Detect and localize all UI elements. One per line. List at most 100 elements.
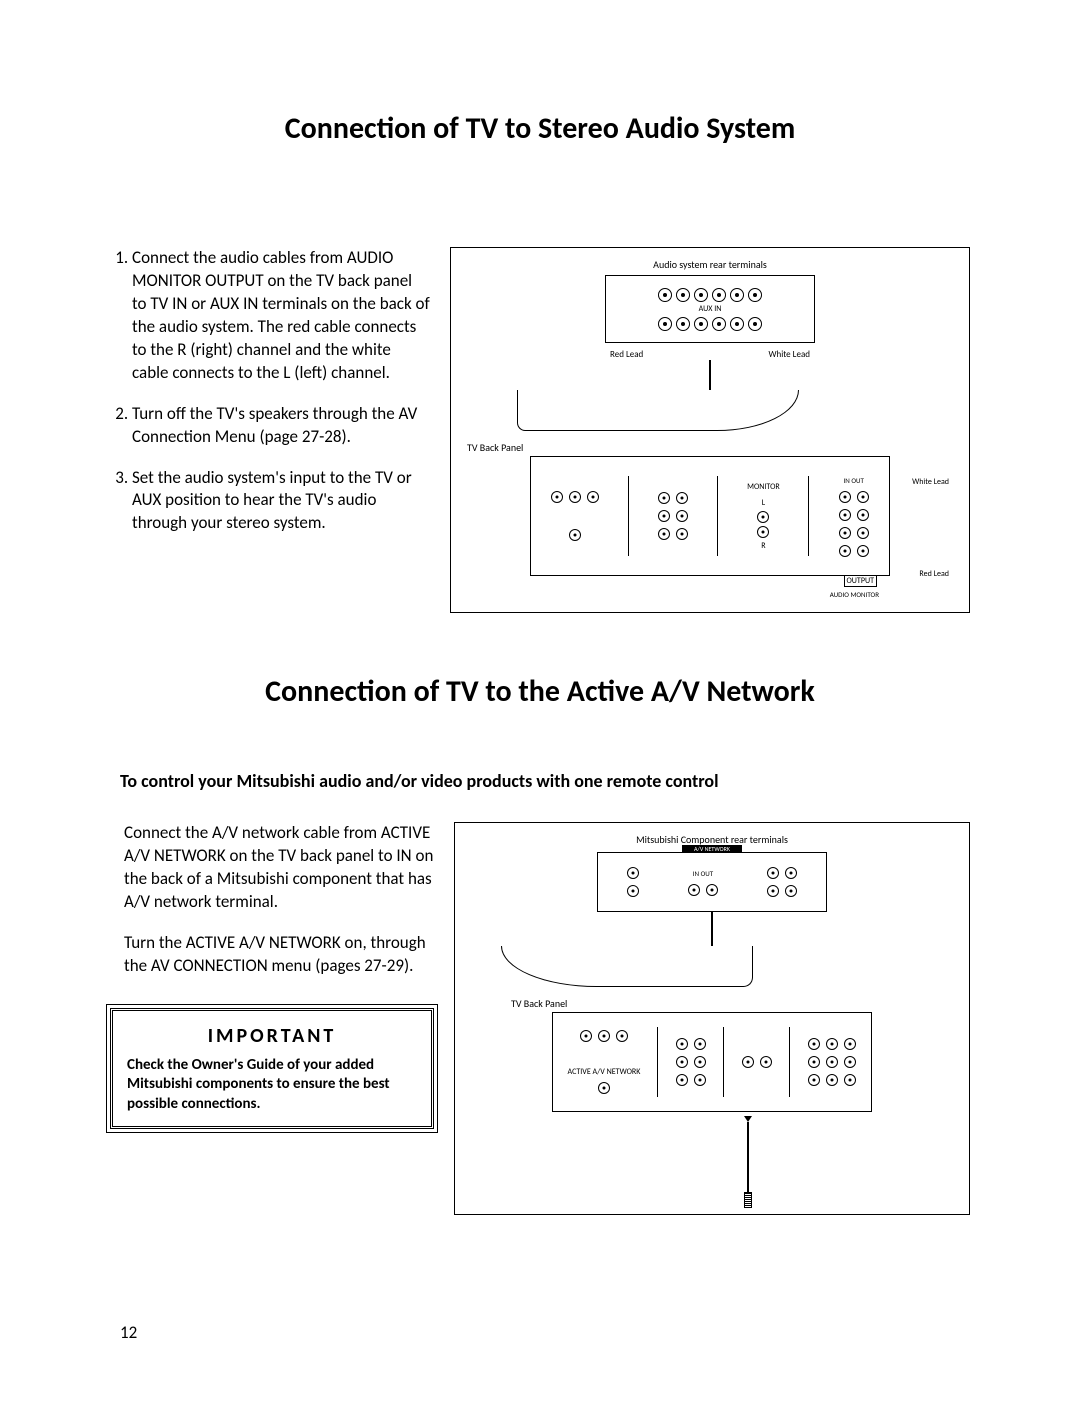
jack-icon: [730, 288, 744, 302]
important-title: IMPORTANT: [127, 1023, 417, 1050]
output-label: OUTPUT: [844, 575, 878, 587]
tv-back-panel-2: ACTIVE A/V NETWORK: [552, 1012, 872, 1112]
jack-icon: [598, 1030, 610, 1042]
cable-icon: [747, 1122, 749, 1192]
divider-icon: [628, 476, 630, 556]
jack-icon: [676, 1074, 688, 1086]
section-active-av: Connect the A/V network cable from ACTIV…: [110, 822, 970, 1215]
red-lead-label: Red Lead: [610, 349, 643, 360]
divider-icon: [657, 1027, 659, 1097]
jack-icon: [839, 509, 851, 521]
jack-icon: [826, 1038, 838, 1050]
manual-page: Connection of TV to Stereo Audio System …: [0, 0, 1080, 1403]
jack-icon: [676, 288, 690, 302]
section-stereo-audio: Connect the audio cables from AUDIO MONI…: [110, 247, 970, 613]
jack-icon: [694, 288, 708, 302]
jack-icon: [676, 1038, 688, 1050]
l-label: L: [762, 498, 765, 508]
jack-icon: [676, 317, 690, 331]
jack-icon: [706, 884, 718, 896]
diagram-box-2: Mitsubishi Component rear terminals A/V …: [454, 822, 970, 1215]
jack-icon: [757, 511, 769, 523]
r-label: R: [761, 541, 765, 551]
jack-icon: [839, 491, 851, 503]
monitor-label: MONITOR: [747, 482, 780, 492]
jack-icon: [658, 528, 670, 540]
mitsubishi-rear-panel: A/V NETWORK IN OUT: [597, 852, 827, 912]
divider-icon: [723, 1027, 725, 1097]
para-connect-av: Connect the A/V network cable from ACTIV…: [110, 822, 434, 914]
jack-icon: [757, 526, 769, 538]
jack-icon: [658, 317, 672, 331]
para-turn-on-av: Turn the ACTIVE A/V NETWORK on, through …: [110, 932, 434, 978]
jack-icon: [839, 545, 851, 557]
cable-curve-icon: [501, 946, 753, 987]
cable-icon: [709, 360, 711, 390]
jack-icon: [808, 1056, 820, 1068]
av-network-bar: A/V NETWORK: [682, 845, 742, 853]
diagram-box-1: Audio system rear terminals AUX IN: [450, 247, 970, 613]
jack-icon: [676, 528, 688, 540]
jack-icon: [658, 510, 670, 522]
jack-icon: [844, 1056, 856, 1068]
plug-icon: [744, 1192, 752, 1208]
jack-icon: [826, 1074, 838, 1086]
step-2: Turn off the TV's speakers through the A…: [132, 403, 430, 449]
jack-icon: [712, 317, 726, 331]
jack-icon: [857, 545, 869, 557]
active-av-jack: [598, 1082, 610, 1094]
jack-icon: [712, 288, 726, 302]
jack-icon: [676, 492, 688, 504]
jack-icon: [676, 510, 688, 522]
jack-icon: [767, 885, 779, 897]
jack-icon: [826, 1056, 838, 1068]
jack-icon: [808, 1074, 820, 1086]
audio-system-label: Audio system rear terminals: [457, 258, 963, 271]
step-3: Set the audio system's input to the TV o…: [132, 467, 430, 536]
jack-icon: [616, 1030, 628, 1042]
divider-icon: [789, 1027, 791, 1097]
jack-icon: [857, 491, 869, 503]
jack-icon: [742, 1056, 754, 1068]
intro-bold-line: To control your Mitsubishi audio and/or …: [120, 770, 970, 792]
tv-back-panel-label-2: TV Back Panel: [511, 997, 963, 1010]
tv-back-panel-label: TV Back Panel: [467, 441, 963, 454]
figure-active-av: Mitsubishi Component rear terminals A/V …: [454, 822, 970, 1215]
jack-icon: [688, 884, 700, 896]
important-callout: IMPORTANT Check the Owner's Guide of you…: [110, 1008, 434, 1130]
heading-active-av-network: Connection of TV to the Active A/V Netwo…: [110, 673, 970, 710]
jack-icon: [694, 1074, 706, 1086]
red-lead-side-label: Red Lead: [919, 569, 949, 579]
jack-icon: [839, 527, 851, 539]
white-lead-label: White Lead: [768, 349, 810, 360]
jack-icon: [694, 1038, 706, 1050]
jack-icon: [730, 317, 744, 331]
jack-icon: [676, 1056, 688, 1068]
jack-icon: [785, 885, 797, 897]
jack-icon: [844, 1038, 856, 1050]
page-number: 12: [120, 1322, 137, 1343]
audio-rear-panel: AUX IN: [605, 275, 815, 343]
aux-in-label: AUX IN: [699, 304, 722, 314]
divider-icon: [808, 476, 810, 556]
tv-back-panel: MONITOR L R IN OUT: [530, 456, 890, 576]
jack-icon: [808, 1038, 820, 1050]
jack-icon: [748, 317, 762, 331]
audio-monitor-label: AUDIO MONITOR: [830, 591, 879, 599]
divider-icon: [717, 476, 719, 556]
jack-icon: [857, 527, 869, 539]
jack-icon: [767, 867, 779, 879]
jack-icon: [551, 491, 563, 503]
jack-icon: [857, 509, 869, 521]
jack-icon: [785, 867, 797, 879]
jack-icon: [627, 885, 639, 897]
jack-icon: [569, 491, 581, 503]
cable-icon: [711, 912, 713, 946]
jack-icon: [569, 529, 581, 541]
in-out-label: IN OUT: [843, 476, 863, 485]
steps-column: Connect the audio cables from AUDIO MONI…: [110, 247, 430, 613]
active-av-label: ACTIVE A/V NETWORK: [568, 1068, 641, 1076]
important-text: Check the Owner's Guide of your added Mi…: [127, 1056, 417, 1115]
jack-icon: [658, 492, 670, 504]
jack-icon: [587, 491, 599, 503]
